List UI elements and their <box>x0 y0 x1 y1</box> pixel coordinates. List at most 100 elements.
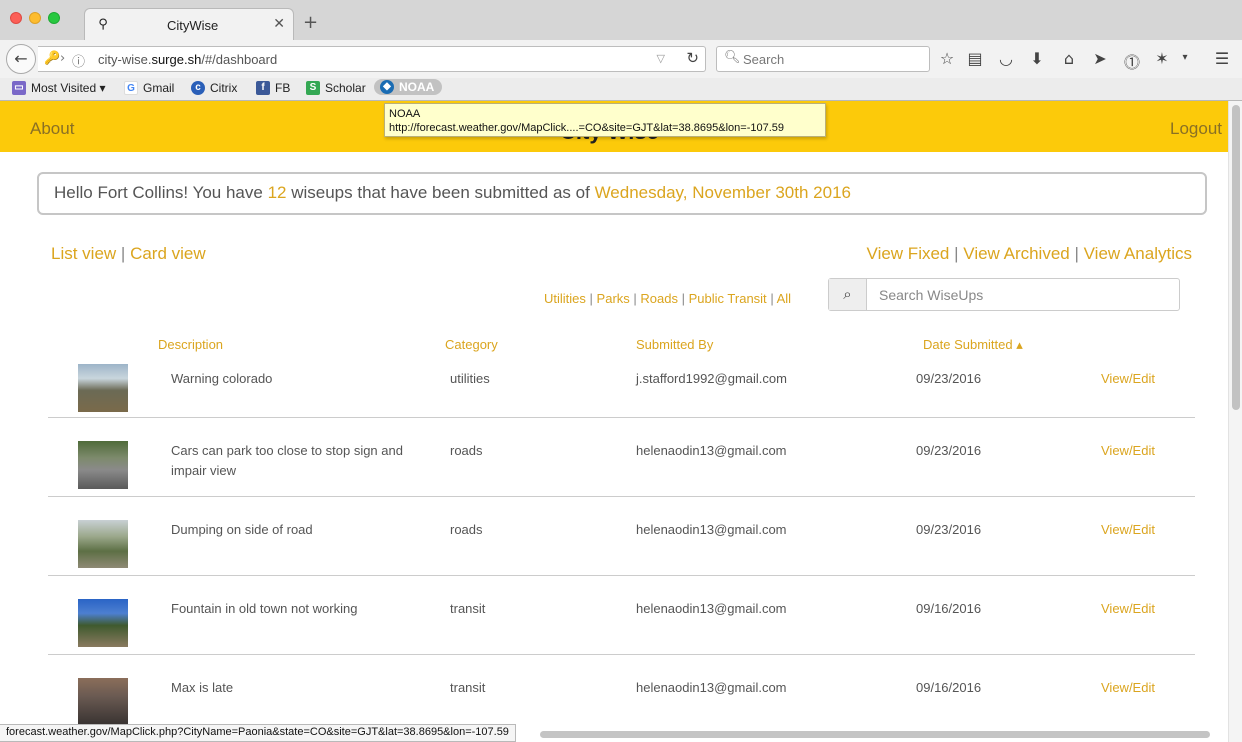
about-link[interactable]: About <box>30 119 74 139</box>
filter-parks[interactable]: Parks <box>597 291 630 306</box>
bookmark-most-visited[interactable]: ▭ Most Visited ▾ <box>12 81 106 95</box>
bookmark-label: NOAA <box>399 80 435 94</box>
filter-public-transit[interactable]: Public Transit <box>689 291 767 306</box>
address-bar[interactable]: 🔑 › ⓘ city-wise.surge.sh/#/dashboard ▽ ↻ <box>38 46 706 72</box>
url-text: city-wise.surge.sh/#/dashboard <box>98 52 278 67</box>
row-submitted-by: j.stafford1992@gmail.com <box>636 371 787 386</box>
bookmark-star-icon[interactable]: ☆ <box>937 49 957 68</box>
tooltip-title: NOAA <box>389 108 421 120</box>
view-edit-link[interactable]: View/Edit <box>1101 678 1155 698</box>
tab-title: CityWise <box>167 18 219 33</box>
extension-icon[interactable]: ✶ <box>1152 49 1172 68</box>
greeting-date: Wednesday, November 30th 2016 <box>594 183 851 202</box>
overflow-chevron-icon[interactable]: ▾ <box>1175 52 1195 63</box>
wiseup-thumbnail[interactable] <box>78 599 128 647</box>
download-icon[interactable]: ⬇ <box>1027 49 1047 68</box>
back-button[interactable]: ← <box>6 44 36 74</box>
browser-chrome: ⚲ CityWise ✕ + ← 🔑 › ⓘ city-wise.surge.s… <box>0 0 1242 101</box>
tab-citywise[interactable]: ⚲ CityWise ✕ <box>84 8 294 40</box>
password-icon[interactable]: ⓵ <box>1122 49 1142 73</box>
scholar-icon: S <box>306 81 320 95</box>
filter-roads[interactable]: Roads <box>640 291 678 306</box>
wiseup-search-input[interactable]: Search WiseUps <box>879 287 983 303</box>
view-edit-link[interactable]: View/Edit <box>1101 369 1155 389</box>
bookmark-scholar[interactable]: S Scholar <box>306 81 366 95</box>
row-category: roads <box>450 443 483 458</box>
row-submitted-by: helenaodin13@gmail.com <box>636 680 787 695</box>
filter-all[interactable]: All <box>777 291 791 306</box>
column-header-date-submitted[interactable]: Date Submitted ▴ <box>923 337 1023 353</box>
row-category: transit <box>450 601 486 616</box>
wiseup-search: ⌕ Search WiseUps <box>828 278 1180 311</box>
browser-search-input[interactable]: 🔍︎ Search <box>716 46 930 72</box>
row-category: transit <box>450 680 486 695</box>
logout-link[interactable]: Logout <box>1170 119 1222 139</box>
window-maximize-button[interactable] <box>48 12 60 24</box>
status-bar: forecast.weather.gov/MapClick.php?CityNa… <box>0 724 516 742</box>
view-links: View Fixed | View Archived | View Analyt… <box>867 244 1192 264</box>
view-fixed-link[interactable]: View Fixed <box>867 244 950 263</box>
column-header-category[interactable]: Category <box>445 337 498 352</box>
send-icon[interactable]: ➤ <box>1090 49 1110 68</box>
view-analytics-link[interactable]: View Analytics <box>1084 244 1192 263</box>
bookmark-label: Scholar <box>325 81 366 95</box>
row-date: 09/23/2016 <box>916 522 982 537</box>
view-toggle: List view | Card view <box>51 244 206 264</box>
table-row: Max is late transit helenaodin13@gmail.c… <box>48 655 1195 725</box>
wiseup-thumbnail[interactable] <box>78 364 128 412</box>
facebook-icon: f <box>256 81 270 95</box>
google-icon: G <box>124 81 138 95</box>
url-dropdown-icon[interactable]: ▽ <box>657 52 665 65</box>
search-icon: 🔍︎ <box>724 50 741 65</box>
card-view-link[interactable]: Card view <box>130 244 206 263</box>
reload-icon[interactable]: ↻ <box>686 49 699 67</box>
row-submitted-by: helenaodin13@gmail.com <box>636 522 787 537</box>
bookmark-fb[interactable]: f FB <box>256 81 290 95</box>
vertical-scrollbar-thumb[interactable] <box>1232 105 1240 410</box>
reading-list-icon[interactable]: ▤ <box>965 49 985 68</box>
view-edit-link[interactable]: View/Edit <box>1101 599 1155 619</box>
row-description: Fountain in old town not working <box>171 601 358 616</box>
separator: | <box>589 291 593 306</box>
wiseup-count: 12 <box>267 183 287 202</box>
view-archived-link[interactable]: View Archived <box>963 244 1069 263</box>
list-view-link[interactable]: List view <box>51 244 116 263</box>
horizontal-scrollbar[interactable] <box>540 731 1210 738</box>
tab-close-icon[interactable]: ✕ <box>273 16 285 32</box>
home-icon[interactable]: ⌂ <box>1059 49 1079 68</box>
column-header-submitted-by[interactable]: Submitted By <box>636 337 713 352</box>
row-category: roads <box>450 522 483 537</box>
row-date: 09/16/2016 <box>916 601 982 616</box>
view-edit-link[interactable]: View/Edit <box>1101 520 1155 540</box>
wiseup-thumbnail[interactable] <box>78 520 128 568</box>
row-submitted-by: helenaodin13@gmail.com <box>636 443 787 458</box>
noaa-icon: ◆ <box>380 80 394 94</box>
view-edit-link[interactable]: View/Edit <box>1101 441 1155 461</box>
bookmark-noaa[interactable]: ◆ NOAA <box>374 79 443 95</box>
bookmark-tooltip: NOAA http://forecast.weather.gov/MapClic… <box>384 103 826 137</box>
table-row: Fountain in old town not working transit… <box>48 576 1195 655</box>
row-description: Dumping on side of road <box>171 522 313 537</box>
pocket-icon[interactable]: ◡ <box>996 49 1016 68</box>
filter-utilities[interactable]: Utilities <box>544 291 586 306</box>
bookmark-gmail[interactable]: G Gmail <box>124 81 174 95</box>
separator: | <box>1074 244 1079 263</box>
separator: | <box>681 291 686 306</box>
separator: | <box>633 291 637 306</box>
bookmark-citrix[interactable]: c Citrix <box>191 81 237 95</box>
column-header-description[interactable]: Description <box>158 337 223 352</box>
window-close-button[interactable] <box>10 12 22 24</box>
key-icon: 🔑 <box>44 51 61 66</box>
wiseup-thumbnail[interactable] <box>78 678 128 724</box>
bookmark-label: Citrix <box>210 81 238 95</box>
new-tab-button[interactable]: + <box>303 14 318 32</box>
search-button[interactable]: ⌕ <box>829 279 867 310</box>
info-icon[interactable]: ⓘ <box>72 51 85 70</box>
bookmarks-bar: ▭ Most Visited ▾ G Gmail c Citrix f FB S… <box>0 78 1242 100</box>
citrix-icon: c <box>191 81 205 95</box>
vertical-scrollbar[interactable] <box>1228 101 1242 742</box>
wiseup-thumbnail[interactable] <box>78 441 128 489</box>
window-minimize-button[interactable] <box>29 12 41 24</box>
menu-icon[interactable]: ☰ <box>1212 49 1232 68</box>
row-date: 09/23/2016 <box>916 443 982 458</box>
